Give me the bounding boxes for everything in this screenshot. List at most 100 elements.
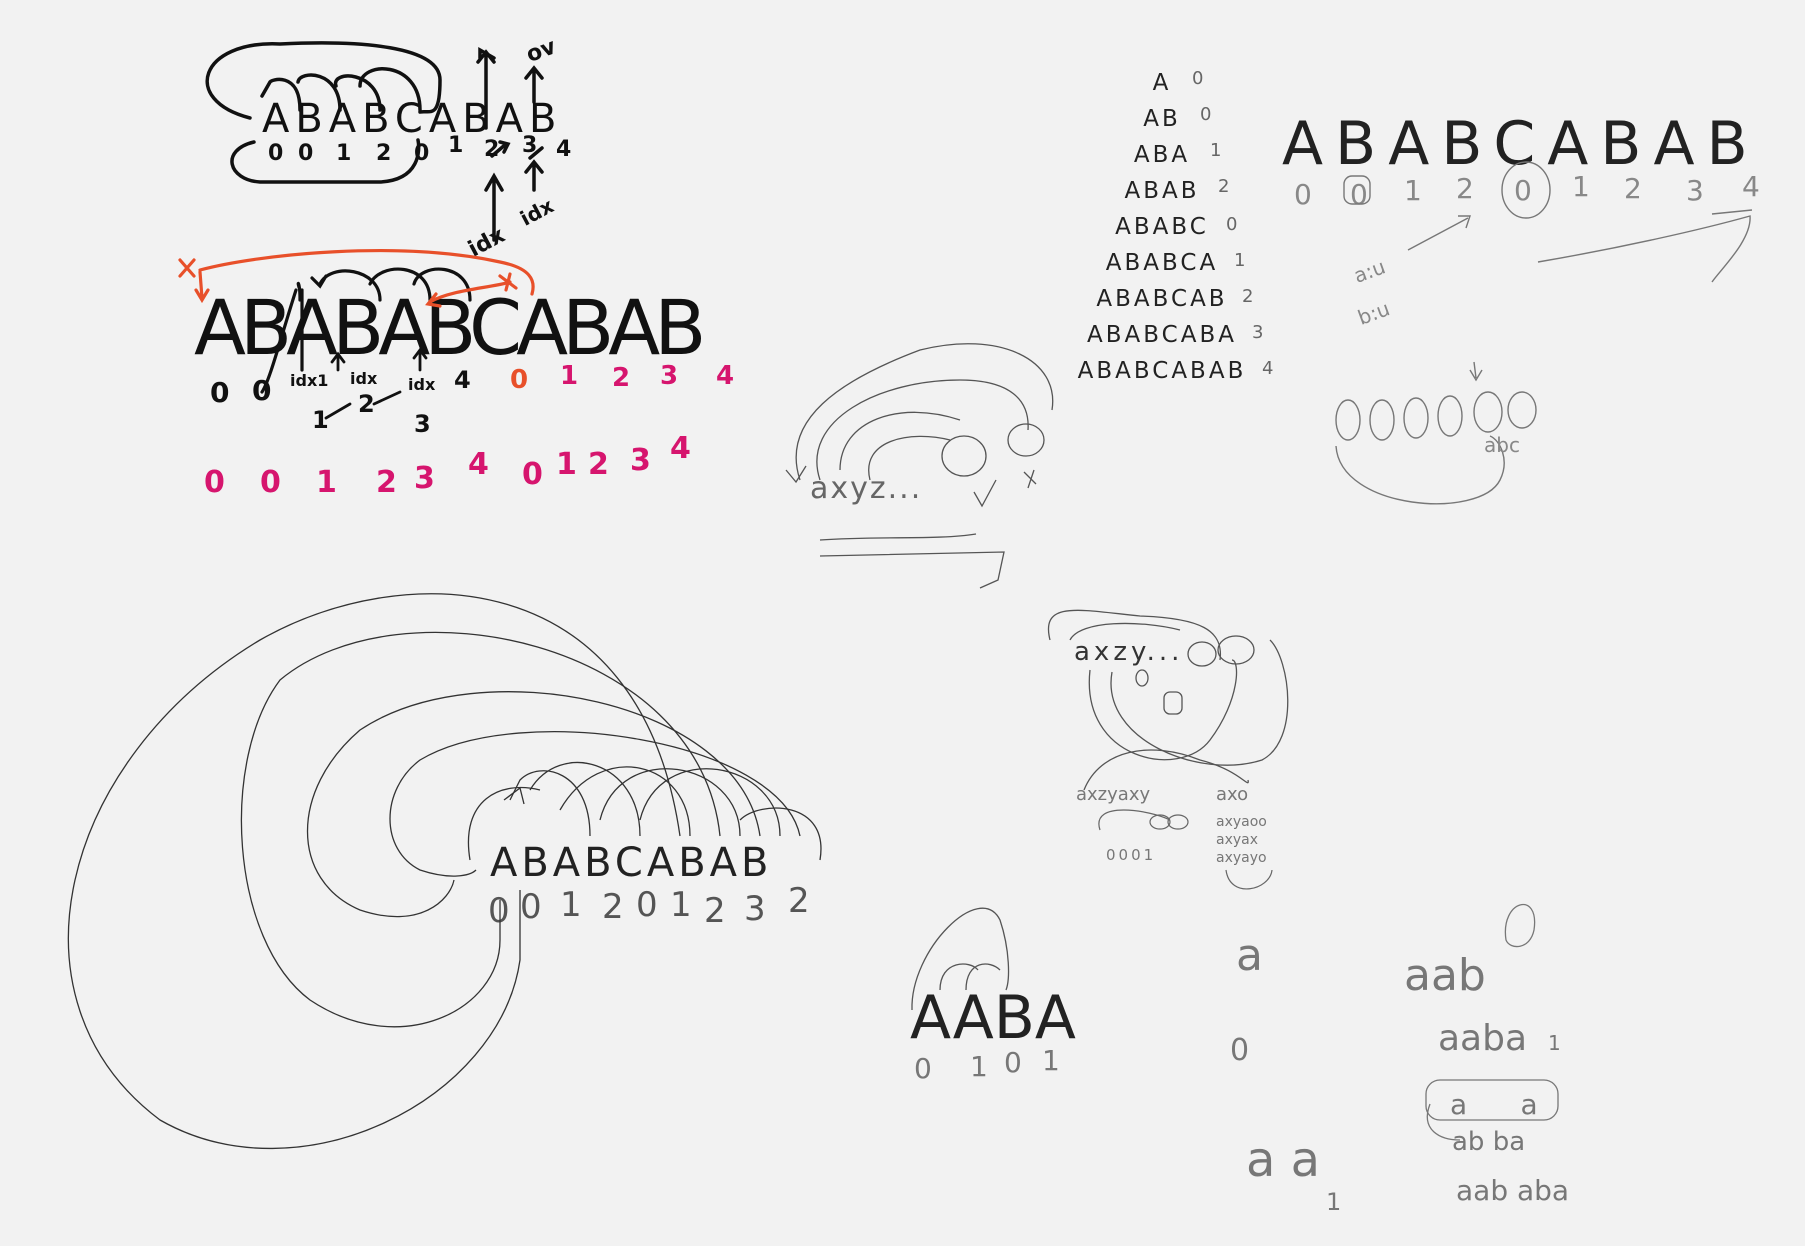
index-label: 3 xyxy=(414,461,435,496)
bottom-right-notes: a 0 a a 1 aab aaba 1 a a ab ba aab aba xyxy=(1230,930,1569,1216)
annotation-ov: ov xyxy=(523,34,560,68)
arrow-stroke xyxy=(785,465,807,484)
arrow-stroke xyxy=(1711,209,1753,215)
loop-stroke xyxy=(1098,809,1171,831)
index-label: 1 xyxy=(1404,174,1422,207)
prefix-value: 0 xyxy=(1226,214,1237,235)
mid-left-black-indices: 0 0 xyxy=(210,374,271,409)
center-sketch-text: axzy... xyxy=(1074,637,1183,667)
index-label: 1 xyxy=(448,133,463,158)
arc-stroke xyxy=(296,281,302,302)
index-label: 0 xyxy=(268,141,283,166)
index-label: 2 xyxy=(376,465,397,500)
prefix-value: 1 xyxy=(1210,140,1221,161)
circle-stroke xyxy=(1149,814,1171,830)
index-label: 4 xyxy=(556,137,571,162)
aaba-string: AABA xyxy=(910,983,1076,1053)
index-label: 1 xyxy=(336,141,351,166)
index-label: 0 xyxy=(252,374,271,407)
annotation-b: b:u xyxy=(1355,296,1393,330)
index-label: 1 xyxy=(1572,170,1590,203)
index-label: 0 xyxy=(1294,178,1312,211)
circle-stroke xyxy=(1007,423,1045,457)
top-left-string: ABABCABAB xyxy=(262,96,562,142)
top-left-sketch: ABABCABAB 0 0 1 2 0 1 2 3 4 ov idx idx xyxy=(205,34,571,262)
center-left-sub: axzyaxy xyxy=(1076,784,1150,805)
mid-left-sketch: ABABABCABAB 0 0 idx1 idx idx 1 2 3 4 0 1… xyxy=(178,249,734,500)
note-a: a xyxy=(1236,930,1263,981)
index-label: 2 xyxy=(788,881,810,921)
arrow-stroke xyxy=(819,533,977,541)
index-label: 3 xyxy=(630,443,651,478)
circle-stroke xyxy=(941,435,987,477)
index-label: 0 xyxy=(210,376,229,409)
prefix-value: 4 xyxy=(1262,358,1273,379)
mid-left-steps: 1 2 3 4 xyxy=(312,366,471,438)
idx-label: idx1 xyxy=(290,371,328,390)
index-label: 0 xyxy=(204,465,225,500)
annotation-abc: abc xyxy=(1484,433,1520,457)
index-label: 2 xyxy=(704,891,726,931)
index-label: 0 xyxy=(1514,174,1532,207)
index-label: 0 xyxy=(520,887,542,927)
prefix-row: ABABCABAB xyxy=(1078,358,1247,384)
prefix-row: A xyxy=(1153,70,1172,96)
note-ab-ba: ab ba xyxy=(1452,1127,1525,1157)
index-label: 1 xyxy=(556,447,577,482)
index-label: 2 xyxy=(1624,172,1642,205)
arc-stroke xyxy=(816,379,1029,481)
index-label: 4 xyxy=(670,431,691,466)
index-label: 0 xyxy=(298,141,313,166)
loop-stroke xyxy=(240,631,721,1028)
center-sketch: axzy... axzyaxy 0001 axo axyaoo axyax ax… xyxy=(1047,609,1289,890)
index-label: 4 xyxy=(468,447,489,482)
circle-stroke xyxy=(1473,391,1503,433)
middle-sketch-text: axyz... xyxy=(810,471,922,506)
index-label: 0 xyxy=(1350,178,1368,211)
mid-left-magenta-row: 0 0 1 2 3 4 0 1 2 3 4 xyxy=(204,431,691,500)
circle-stroke xyxy=(1135,669,1149,687)
aaba-sketch: AABA 0 1 0 1 xyxy=(910,907,1076,1085)
middle-sketch-strokes xyxy=(785,343,1054,589)
index-label: 3 xyxy=(660,361,678,391)
arrow-stroke xyxy=(819,551,1005,589)
check-stroke xyxy=(973,479,997,508)
index-label: 0 xyxy=(522,457,543,492)
idx-label: idx xyxy=(350,369,378,388)
box-stroke xyxy=(1163,691,1183,715)
index-label: 1 xyxy=(560,361,578,391)
step-label: 4 xyxy=(454,366,471,394)
circle-stroke xyxy=(1437,395,1463,437)
note-aab-aba: aab aba xyxy=(1456,1174,1569,1207)
annotation-idx: idx xyxy=(516,193,557,230)
whiteboard-canvas[interactable]: ABABCABAB 0 0 1 2 0 1 2 3 4 ov idx idx A… xyxy=(0,0,1805,1246)
arrow-stroke xyxy=(372,390,402,406)
circle-stroke xyxy=(1335,399,1361,441)
index-label: 0 xyxy=(260,465,281,500)
index-label: 1 xyxy=(560,885,582,925)
idx-label: idx xyxy=(408,375,436,394)
index-label: 0 xyxy=(914,1052,932,1085)
prefix-value: 0 xyxy=(1192,68,1203,89)
index-label: 2 xyxy=(376,141,391,166)
index-label: 2 xyxy=(612,363,630,393)
circle-stroke xyxy=(1167,814,1189,830)
note-aa-index: 1 xyxy=(1326,1188,1341,1216)
prefix-row: ABABCAB xyxy=(1096,286,1227,312)
arrow-stroke xyxy=(324,402,352,420)
bottom-left-string: ABABCABAB xyxy=(490,840,772,886)
arc-stroke xyxy=(509,770,591,837)
index-label: 4 xyxy=(1742,170,1760,203)
center-left-idx: 0001 xyxy=(1106,846,1156,864)
loop-stroke xyxy=(1225,869,1273,890)
arc-stroke xyxy=(795,343,1054,481)
prefix-value: 2 xyxy=(1218,176,1229,197)
note-aa: a a xyxy=(1246,1132,1320,1188)
index-label: 1 xyxy=(1042,1044,1060,1077)
note-aab: aab xyxy=(1404,950,1486,1001)
middle-sketch: axyz... xyxy=(785,343,1054,589)
step-label: 3 xyxy=(414,410,431,438)
arrow-stroke xyxy=(1469,361,1483,382)
arrow-stroke xyxy=(1537,215,1751,283)
index-label: 2 xyxy=(588,447,609,482)
